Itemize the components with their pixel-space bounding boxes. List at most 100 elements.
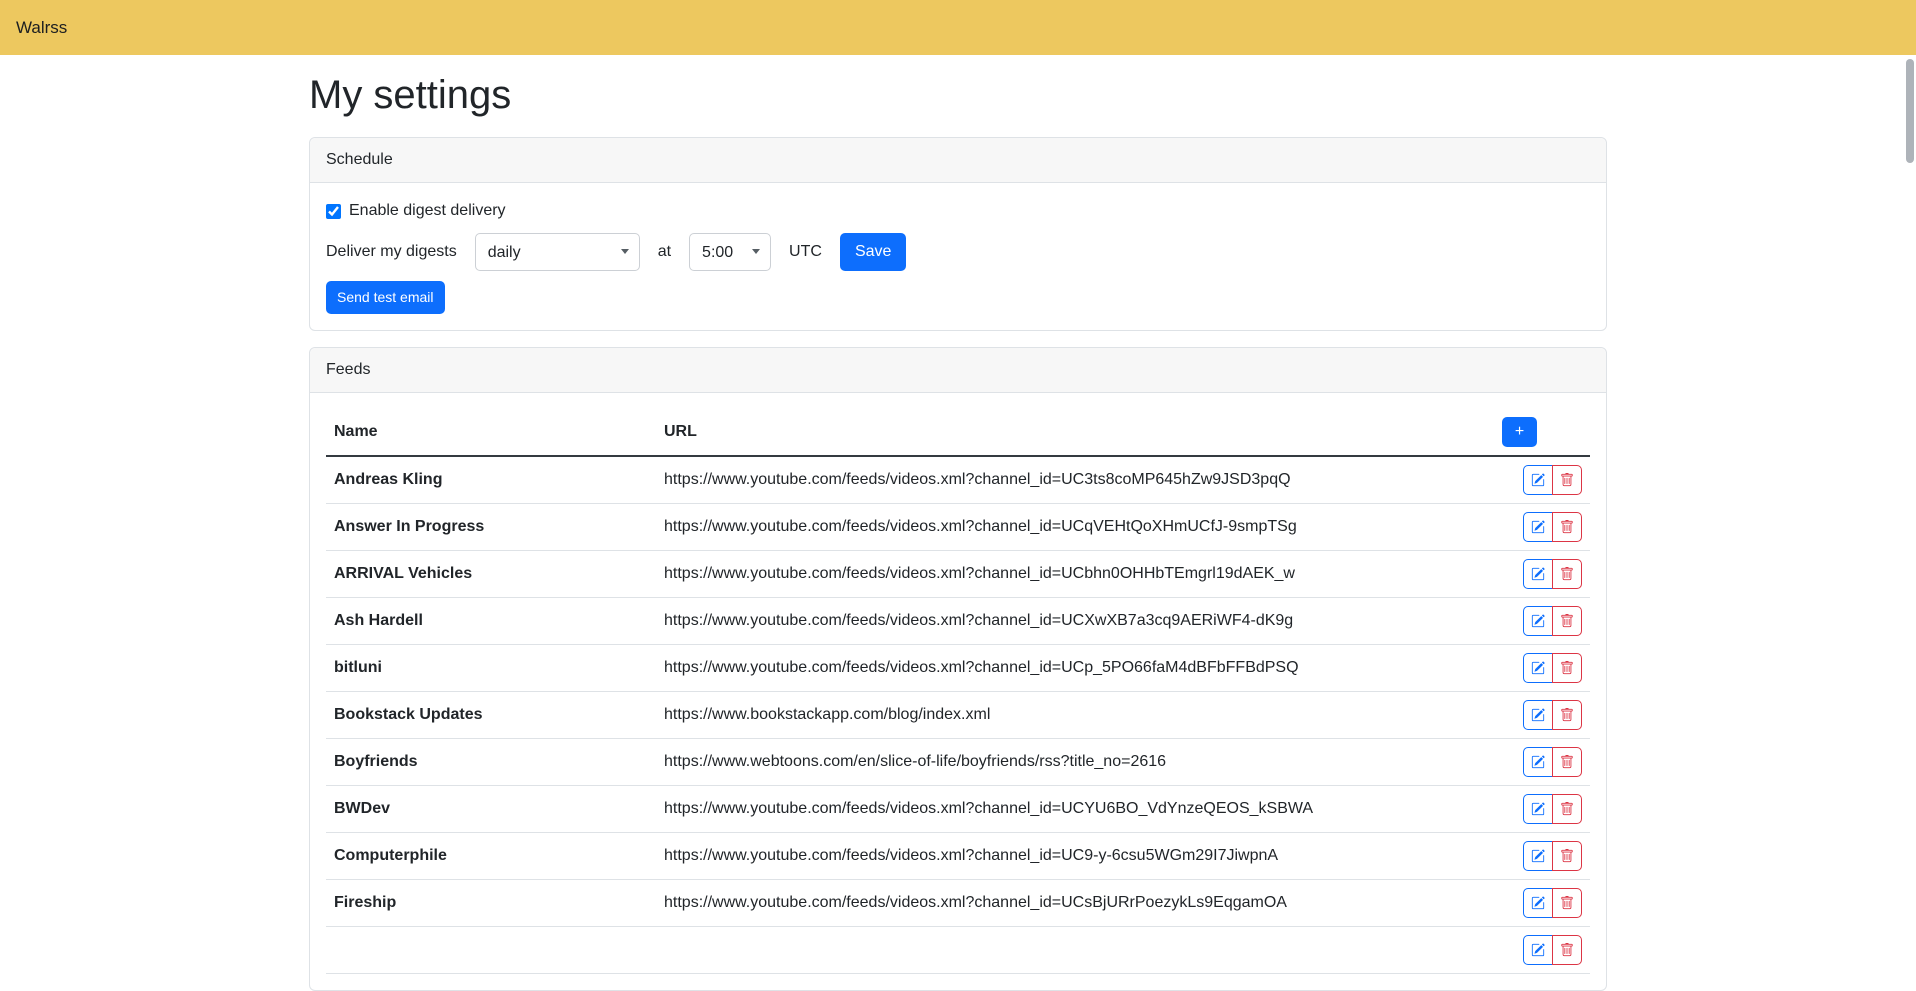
main-container: My settings Schedule Enable digest deliv… [309,71,1607,991]
table-row: Computerphile https://www.youtube.com/fe… [326,833,1590,880]
delete-feed-button[interactable] [1552,700,1582,730]
delivery-settings-row: Deliver my digests daily at 5:00 UTC Sav… [326,233,1590,271]
trash-icon [1560,520,1574,534]
send-test-email-button[interactable]: Send test email [326,281,445,314]
edit-feed-button[interactable] [1523,559,1553,589]
time-select[interactable]: 5:00 [689,233,771,271]
feed-actions-cell [1494,692,1590,739]
delete-feed-button[interactable] [1552,888,1582,918]
feed-actions-group [1523,465,1582,495]
column-header-name: Name [326,409,656,456]
schedule-card-header: Schedule [310,138,1606,183]
feeds-card: Feeds Name URL + Andreas Kling https://w… [309,347,1607,991]
frequency-select-wrap: daily [475,233,640,271]
feed-url: https://www.bookstackapp.com/blog/index.… [656,692,1494,739]
feed-name: Ash Hardell [326,598,656,645]
feed-name: Boyfriends [326,739,656,786]
feed-actions-group [1523,559,1582,589]
enable-digest-checkbox[interactable] [326,204,341,219]
feed-actions-cell [1494,598,1590,645]
feed-actions-group [1523,888,1582,918]
feeds-table-body: Andreas Kling https://www.youtube.com/fe… [326,456,1590,974]
feeds-card-header: Feeds [310,348,1606,393]
table-row: Fireship https://www.youtube.com/feeds/v… [326,880,1590,927]
table-row: Andreas Kling https://www.youtube.com/fe… [326,456,1590,504]
delete-feed-button[interactable] [1552,653,1582,683]
pencil-square-icon [1531,614,1545,628]
table-row: Ash Hardell https://www.youtube.com/feed… [326,598,1590,645]
feed-url: https://www.youtube.com/feeds/videos.xml… [656,598,1494,645]
edit-feed-button[interactable] [1523,700,1553,730]
delete-feed-button[interactable] [1552,559,1582,589]
feed-actions-group [1523,512,1582,542]
feed-name: Bookstack Updates [326,692,656,739]
edit-feed-button[interactable] [1523,794,1553,824]
feed-actions-cell [1494,927,1590,974]
delete-feed-button[interactable] [1552,794,1582,824]
column-header-actions: + [1494,409,1590,456]
save-button[interactable]: Save [840,233,906,271]
feed-actions-group [1523,700,1582,730]
scrollbar-thumb[interactable] [1906,59,1914,163]
feed-actions-group [1523,747,1582,777]
pencil-square-icon [1531,708,1545,722]
enable-digest-label[interactable]: Enable digest delivery [349,199,506,223]
schedule-card: Schedule Enable digest delivery Deliver … [309,137,1607,331]
edit-feed-button[interactable] [1523,841,1553,871]
column-header-url: URL [656,409,1494,456]
frequency-select[interactable]: daily [475,233,640,271]
delete-feed-button[interactable] [1552,747,1582,777]
edit-feed-button[interactable] [1523,747,1553,777]
edit-feed-button[interactable] [1523,606,1553,636]
time-select-wrap: 5:00 [689,233,771,271]
feed-name: Fireship [326,880,656,927]
feed-name: Answer In Progress [326,504,656,551]
feed-name: bitluni [326,645,656,692]
feed-url: https://www.webtoons.com/en/slice-of-lif… [656,739,1494,786]
feed-actions-cell [1494,504,1590,551]
feed-actions-group [1523,935,1582,965]
edit-feed-button[interactable] [1523,935,1553,965]
trash-icon [1560,896,1574,910]
table-row [326,927,1590,974]
table-row: Boyfriends https://www.webtoons.com/en/s… [326,739,1590,786]
app-brand[interactable]: Walrss [16,15,67,41]
table-row: BWDev https://www.youtube.com/feeds/vide… [326,786,1590,833]
delete-feed-button[interactable] [1552,841,1582,871]
scrollbar[interactable] [1904,0,1916,941]
feeds-table: Name URL + Andreas Kling https://www.you… [326,409,1590,974]
table-row: Answer In Progress https://www.youtube.c… [326,504,1590,551]
delete-feed-button[interactable] [1552,465,1582,495]
feed-name: BWDev [326,786,656,833]
utc-label: UTC [789,240,822,264]
feed-actions-cell [1494,739,1590,786]
feeds-header-row: Name URL + [326,409,1590,456]
feed-name: Computerphile [326,833,656,880]
feed-url: https://www.youtube.com/feeds/videos.xml… [656,880,1494,927]
trash-icon [1560,567,1574,581]
navbar: Walrss [0,0,1916,55]
delete-feed-button[interactable] [1552,512,1582,542]
trash-icon [1560,755,1574,769]
feed-actions-cell [1494,833,1590,880]
pencil-square-icon [1531,896,1545,910]
edit-feed-button[interactable] [1523,653,1553,683]
feed-url: https://www.youtube.com/feeds/videos.xml… [656,456,1494,504]
trash-icon [1560,708,1574,722]
deliver-label: Deliver my digests [326,240,457,264]
edit-feed-button[interactable] [1523,512,1553,542]
edit-feed-button[interactable] [1523,465,1553,495]
trash-icon [1560,661,1574,675]
delete-feed-button[interactable] [1552,606,1582,636]
feed-name [326,927,656,974]
trash-icon [1560,943,1574,957]
delete-feed-button[interactable] [1552,935,1582,965]
feed-actions-group [1523,841,1582,871]
at-label: at [658,240,671,264]
table-row: bitluni https://www.youtube.com/feeds/vi… [326,645,1590,692]
add-feed-button[interactable]: + [1502,417,1537,447]
feed-actions-cell [1494,645,1590,692]
pencil-square-icon [1531,520,1545,534]
edit-feed-button[interactable] [1523,888,1553,918]
feed-actions-cell [1494,456,1590,504]
